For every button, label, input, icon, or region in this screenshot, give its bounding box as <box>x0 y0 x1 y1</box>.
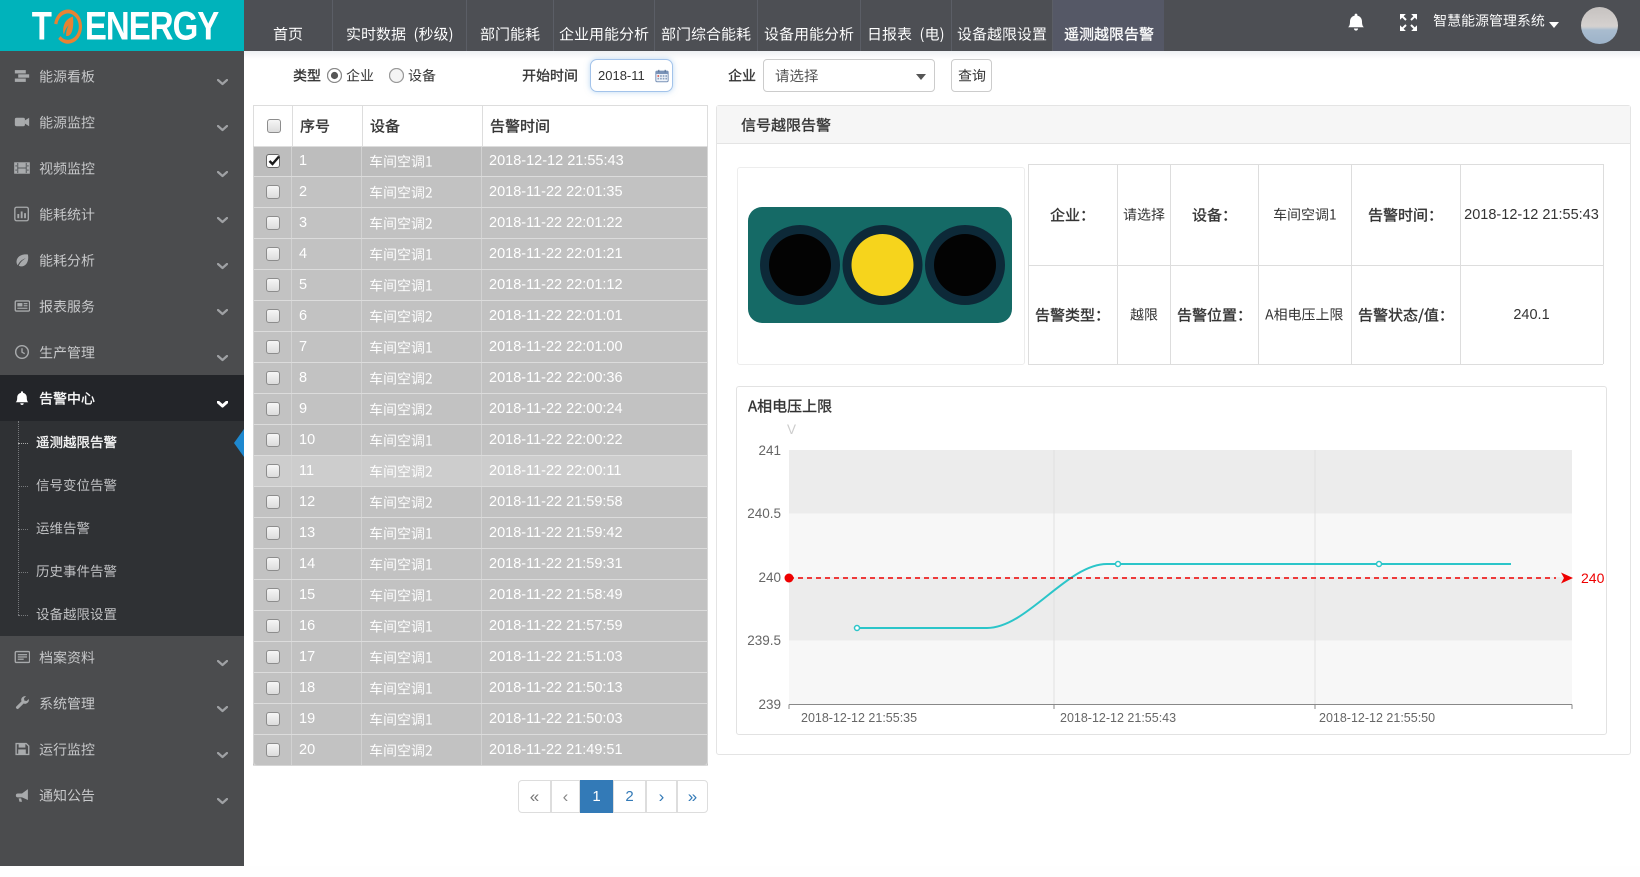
svg-text:240: 240 <box>758 570 781 585</box>
svg-text:2018-12-12 21:55:35: 2018-12-12 21:55:35 <box>801 711 917 725</box>
svg-text:240: 240 <box>1581 570 1605 586</box>
svg-text:239: 239 <box>758 697 781 712</box>
svg-text:239.5: 239.5 <box>747 633 781 648</box>
svg-text:2018-12-12 21:55:43: 2018-12-12 21:55:43 <box>1060 711 1176 725</box>
svg-text:240.5: 240.5 <box>747 506 781 521</box>
svg-text:241: 241 <box>758 443 781 458</box>
svg-text:2018-12-12 21:55:50: 2018-12-12 21:55:50 <box>1319 711 1435 725</box>
svg-text:V: V <box>787 422 796 437</box>
